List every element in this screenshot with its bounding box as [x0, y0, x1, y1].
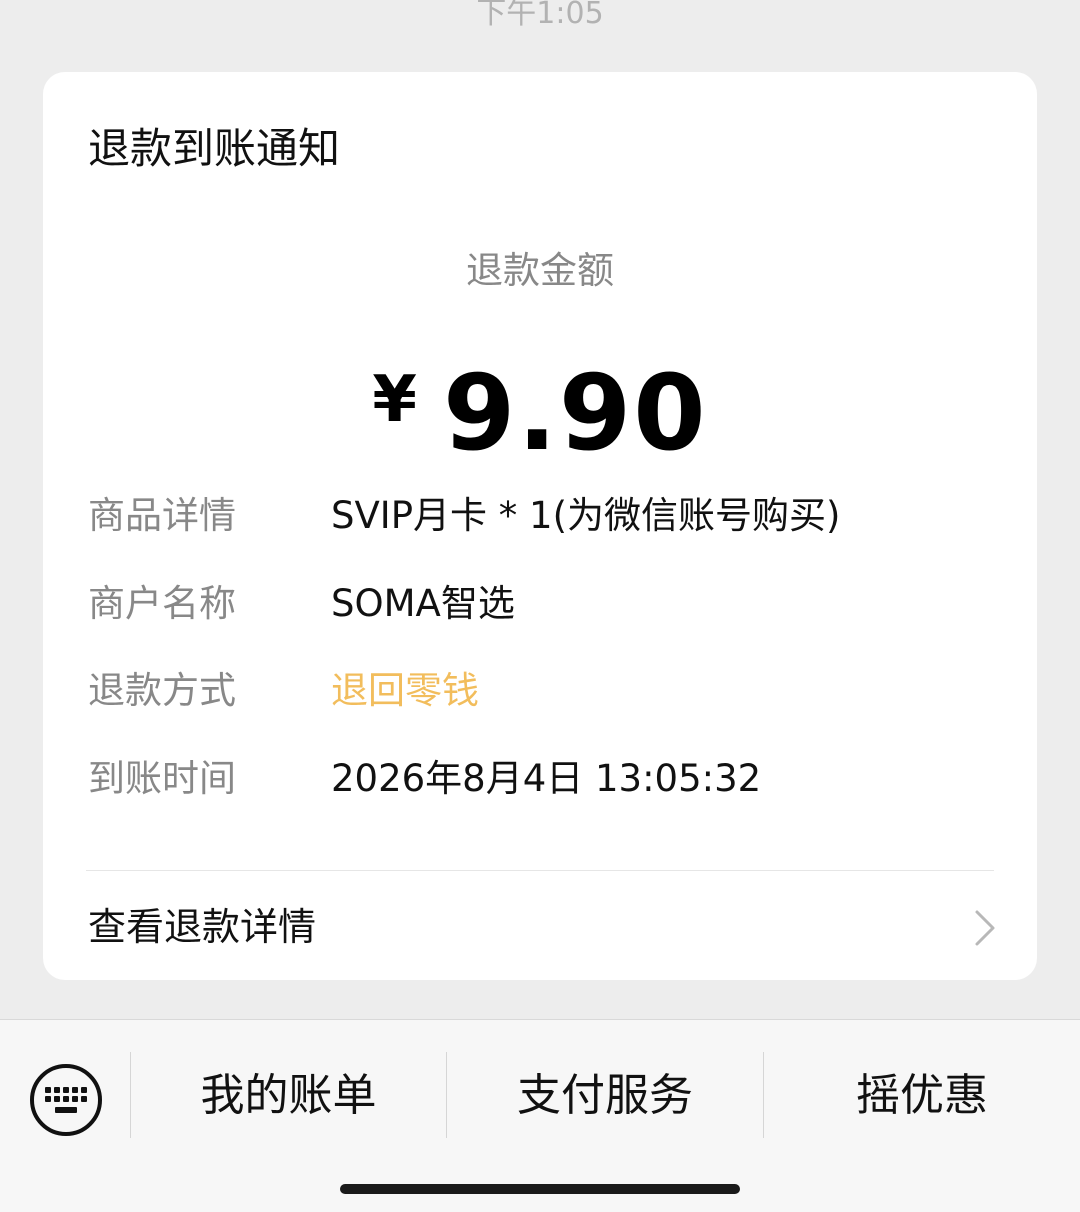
- menu-shake-offers[interactable]: 摇优惠: [764, 1066, 1080, 1126]
- menu-payment-services[interactable]: 支付服务: [447, 1066, 763, 1126]
- detail-row-arrival-time: 到账时间 2026年8月4日 13:05:32: [88, 751, 1008, 807]
- amount-label: 退款金额: [466, 249, 614, 292]
- row-value: 退回零钱: [331, 669, 479, 712]
- row-label: 到账时间: [88, 757, 236, 800]
- row-label: 退款方式: [88, 669, 236, 712]
- keyboard-icon[interactable]: [28, 1062, 104, 1138]
- row-label: 商户名称: [88, 582, 236, 625]
- detail-row-refund-method: 退款方式 退回零钱: [88, 663, 1008, 719]
- detail-row-merchant: 商户名称 SOMA智选: [88, 576, 1008, 632]
- row-value: 2026年8月4日 13:05:32: [331, 757, 762, 800]
- amount-value: 9.90: [442, 352, 708, 474]
- currency-symbol: ¥: [372, 363, 417, 437]
- refund-notification-card[interactable]: 退款到账通知 退款金额 ¥9.90 商品详情 SVIP月卡 * 1(为微信账号购…: [43, 72, 1037, 980]
- row-value: SOMA智选: [331, 582, 515, 625]
- row-value: SVIP月卡 * 1(为微信账号购买): [331, 494, 841, 537]
- detail-link-label: 查看退款详情: [88, 905, 317, 949]
- row-label: 商品详情: [88, 494, 236, 537]
- service-menu-bar: 我的账单 支付服务 摇优惠: [0, 1019, 1080, 1212]
- refund-amount: ¥9.90: [43, 340, 1037, 504]
- divider: [86, 870, 994, 871]
- card-title: 退款到账通知: [88, 124, 341, 173]
- view-refund-details-link[interactable]: 查看退款详情: [43, 886, 1037, 966]
- message-timestamp: 下午1:05: [476, 0, 604, 31]
- home-indicator[interactable]: [340, 1184, 740, 1194]
- menu-my-bills[interactable]: 我的账单: [131, 1066, 446, 1126]
- chevron-right-icon: [975, 910, 995, 946]
- detail-row-product: 商品详情 SVIP月卡 * 1(为微信账号购买): [88, 488, 1008, 544]
